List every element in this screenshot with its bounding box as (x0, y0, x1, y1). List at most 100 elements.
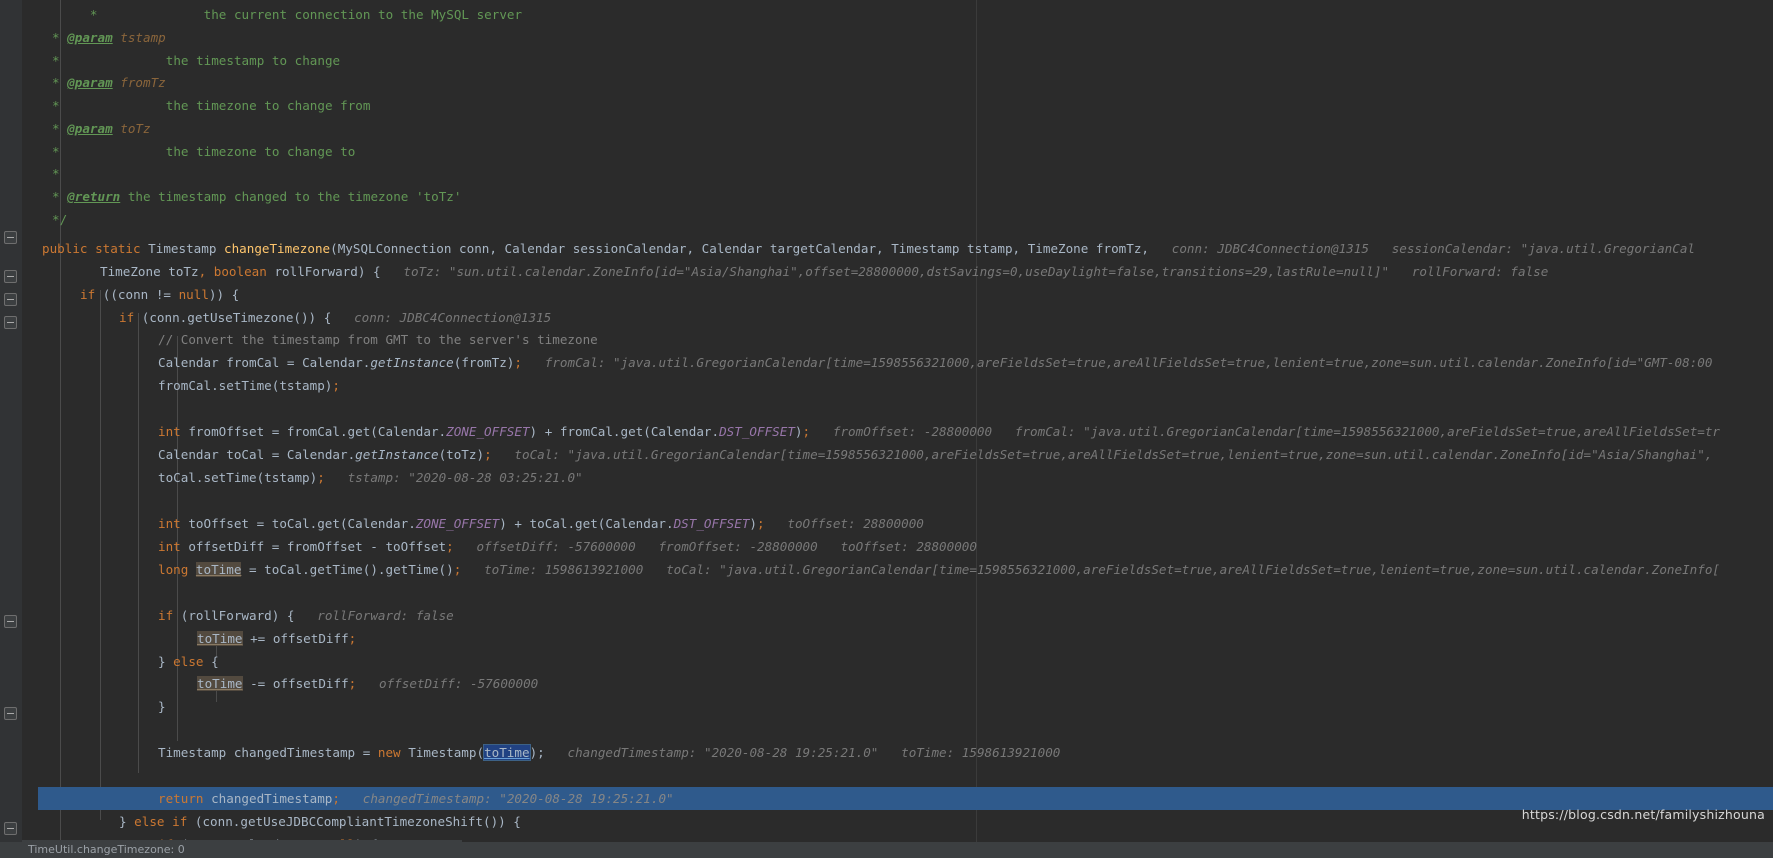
code-line-changed-timestamp[interactable]: Timestamp changedTimestamp = new Timesta… (158, 741, 1060, 764)
debug-hint-conn-label: conn: (354, 310, 392, 325)
code-line-close-brace[interactable]: } (158, 695, 166, 718)
debug-hint-fromoffset-label: fromOffset: (658, 539, 742, 554)
code-line-to-offset[interactable]: int toOffset = toCal.get(Calendar.ZONE_O… (158, 512, 924, 535)
javadoc-text: the timezone to change from (165, 98, 371, 113)
debug-hint-offsetdiff-label: offsetDiff: (379, 676, 463, 691)
code-line-totime-minus[interactable]: toTime -= offsetDiff; offsetDiff: -57600… (197, 672, 538, 695)
close-brace: } (158, 699, 166, 714)
javadoc-param-name: fromTz (120, 75, 166, 90)
variable-totime[interactable]: toTime (197, 676, 243, 691)
javadoc-line: * @param toTz (52, 121, 151, 136)
debug-hint-tocal-label: toCal: (514, 447, 560, 462)
javadoc-line: * (52, 166, 60, 181)
code-line-comment: // Convert the timestamp from GMT to the… (158, 328, 598, 351)
debug-hint-session-label: sessionCalendar: (1391, 241, 1514, 256)
code-line-from-offset[interactable]: int fromOffset = fromCal.get(Calendar.ZO… (158, 420, 1720, 443)
debug-hint-fromoffset-value: -28800000 (749, 539, 818, 554)
javadoc-text: the timestamp changed to the timezone 't… (127, 189, 462, 204)
return-keyword: return (158, 791, 212, 806)
debug-hint-offsetdiff-value: -57600000 (470, 676, 539, 691)
debug-hint-tooffset-value: 28800000 (863, 516, 924, 531)
code-fold-marker[interactable] (4, 822, 17, 835)
debug-hint-tstamp-value: "2020-08-28 03:25:21.0" (408, 470, 583, 485)
debug-hint-tstamp-label: tstamp: (347, 470, 401, 485)
code-fold-marker[interactable] (4, 293, 17, 306)
code-line-method-signature-cont[interactable]: TimeZone toTz, boolean rollForward) { to… (100, 260, 1548, 283)
debug-hint-fromcal-value: "java.util.GregorianCalendar[time=159855… (613, 355, 1713, 370)
debug-hint-changedtimestamp-label: changedTimestamp: (362, 791, 492, 806)
code-fold-marker[interactable] (4, 615, 17, 628)
code-line-tocal-settime[interactable]: toCal.setTime(tstamp); tstamp: "2020-08-… (158, 466, 583, 489)
debug-hint-fromcal-value: "java.util.GregorianCalendar[time=159855… (1083, 424, 1721, 439)
javadoc-tag: @return (67, 189, 121, 204)
status-bar: TimeUtil.changeTimezone: 0 (0, 842, 1773, 858)
code-line-if-use-timezone[interactable]: if (conn.getUseTimezone()) { conn: JDBC4… (119, 306, 551, 329)
debug-hint-totime-value: 1598613921000 (544, 562, 644, 577)
indent-guide (138, 313, 139, 773)
code-line-to-time[interactable]: long toTime = toCal.getTime().getTime();… (158, 558, 1720, 581)
javadoc-text: the timezone to change to (165, 144, 356, 159)
debug-hint-conn-label: conn: (1171, 241, 1210, 256)
debug-hint-totz-value: "sun.util.calendar.ZoneInfo[id="Asia/Sha… (448, 264, 1390, 279)
debug-hint-tooffset-label: toOffset: (787, 516, 856, 531)
code-line-fromcal-settime[interactable]: fromCal.setTime(tstamp); (158, 374, 340, 397)
debug-hint-fromoffset-label: fromOffset: (832, 424, 917, 439)
debug-hint-totz-label: toTz: (403, 264, 442, 279)
code-line-if-rollforward[interactable]: if (rollForward) { rollForward: false (158, 604, 454, 627)
debug-hint-tocal-value: "java.util.GregorianCalendar[time=159855… (567, 447, 1713, 462)
javadoc-line: * @param tstamp (52, 30, 166, 45)
debug-hint-rollforward-value: false (1510, 264, 1549, 279)
code-line-method-signature[interactable]: public static Timestamp changeTimezone(M… (42, 237, 1695, 260)
debug-hint-tooffset-value: 28800000 (916, 539, 977, 554)
selected-variable-totime[interactable]: toTime (483, 744, 531, 761)
code-line-return-current[interactable]: return changedTimestamp; changedTimestam… (38, 787, 1773, 810)
code-fold-marker[interactable] (4, 316, 17, 329)
debug-hint-tocal-label: toCal: (666, 562, 712, 577)
code-line-to-cal[interactable]: Calendar toCal = Calendar.getInstance(to… (158, 443, 1712, 466)
debug-hint-rollforward-value: false (415, 608, 454, 623)
javadoc-line: * the timezone to change from (52, 98, 371, 113)
editor-gutter[interactable] (0, 0, 22, 858)
status-bar-text: TimeUtil.changeTimezone: 0 (28, 843, 185, 856)
javadoc-text: * the current connection to the MySQL se… (52, 7, 523, 22)
javadoc-param-name: tstamp (120, 30, 166, 45)
code-line-offset-diff[interactable]: int offsetDiff = fromOffset - toOffset; … (158, 535, 977, 558)
return-type: Timestamp (148, 241, 224, 256)
debug-hint-rollforward-label: rollForward: (317, 608, 409, 623)
modifiers-keyword: public static (42, 241, 149, 256)
code-fold-marker[interactable] (4, 707, 17, 720)
code-fold-marker[interactable] (4, 231, 17, 244)
debug-hint-changedtimestamp-value: "2020-08-28 19:25:21.0" (703, 745, 879, 760)
javadoc-tag: @param (67, 30, 113, 45)
code-editor[interactable]: * the current connection to the MySQL se… (0, 0, 1773, 858)
javadoc-line: * the current connection to the MySQL se… (52, 3, 522, 26)
timestamp-ctor: Timestamp( (408, 745, 485, 760)
debug-hint-changedtimestamp-value: "2020-08-28 19:25:21.0" (499, 791, 674, 806)
javadoc-line: * the timestamp to change (52, 53, 341, 68)
timestamp-decl: Timestamp changedTimestamp = (158, 745, 378, 760)
debug-hint-fromcal-label: fromCal: (544, 355, 606, 370)
new-keyword: new (377, 745, 409, 760)
debug-hint-tocal-value: "java.util.GregorianCalendar[time=159855… (719, 562, 1721, 577)
code-line-if-conn-null[interactable]: if ((conn != null)) { (80, 283, 239, 306)
debug-hint-conn-value: JDBC4Connection@1315 (1217, 241, 1369, 256)
method-params: (MySQLConnection conn, Calendar sessionC… (330, 241, 1150, 256)
code-surface[interactable]: * the current connection to the MySQL se… (38, 0, 1773, 858)
variable-totime[interactable]: toTime (197, 631, 243, 646)
debug-hint-offsetdiff-value: -57600000 (567, 539, 636, 554)
debug-hint-changedtimestamp-label: changedTimestamp: (567, 745, 697, 760)
javadoc-tag: @param (67, 121, 113, 136)
watermark: https://blog.csdn.net/familyshizhouna (1521, 807, 1765, 822)
code-line-totime-plus[interactable]: toTime += offsetDiff; (197, 627, 356, 650)
code-fold-marker[interactable] (4, 270, 17, 283)
javadoc-line: */ (52, 208, 67, 231)
code-line-else-if-jdbc[interactable]: } else if (conn.getUseJDBCCompliantTimez… (119, 810, 521, 833)
code-line-else[interactable]: } else { (158, 650, 219, 673)
editor-gutter-strip (22, 0, 38, 858)
code-line-from-cal[interactable]: Calendar fromCal = Calendar.getInstance(… (158, 351, 1712, 374)
variable-totime[interactable]: toTime (195, 562, 242, 577)
debug-hint-totime-label: toTime: (484, 562, 538, 577)
ctor-suffix: ); (529, 745, 545, 760)
